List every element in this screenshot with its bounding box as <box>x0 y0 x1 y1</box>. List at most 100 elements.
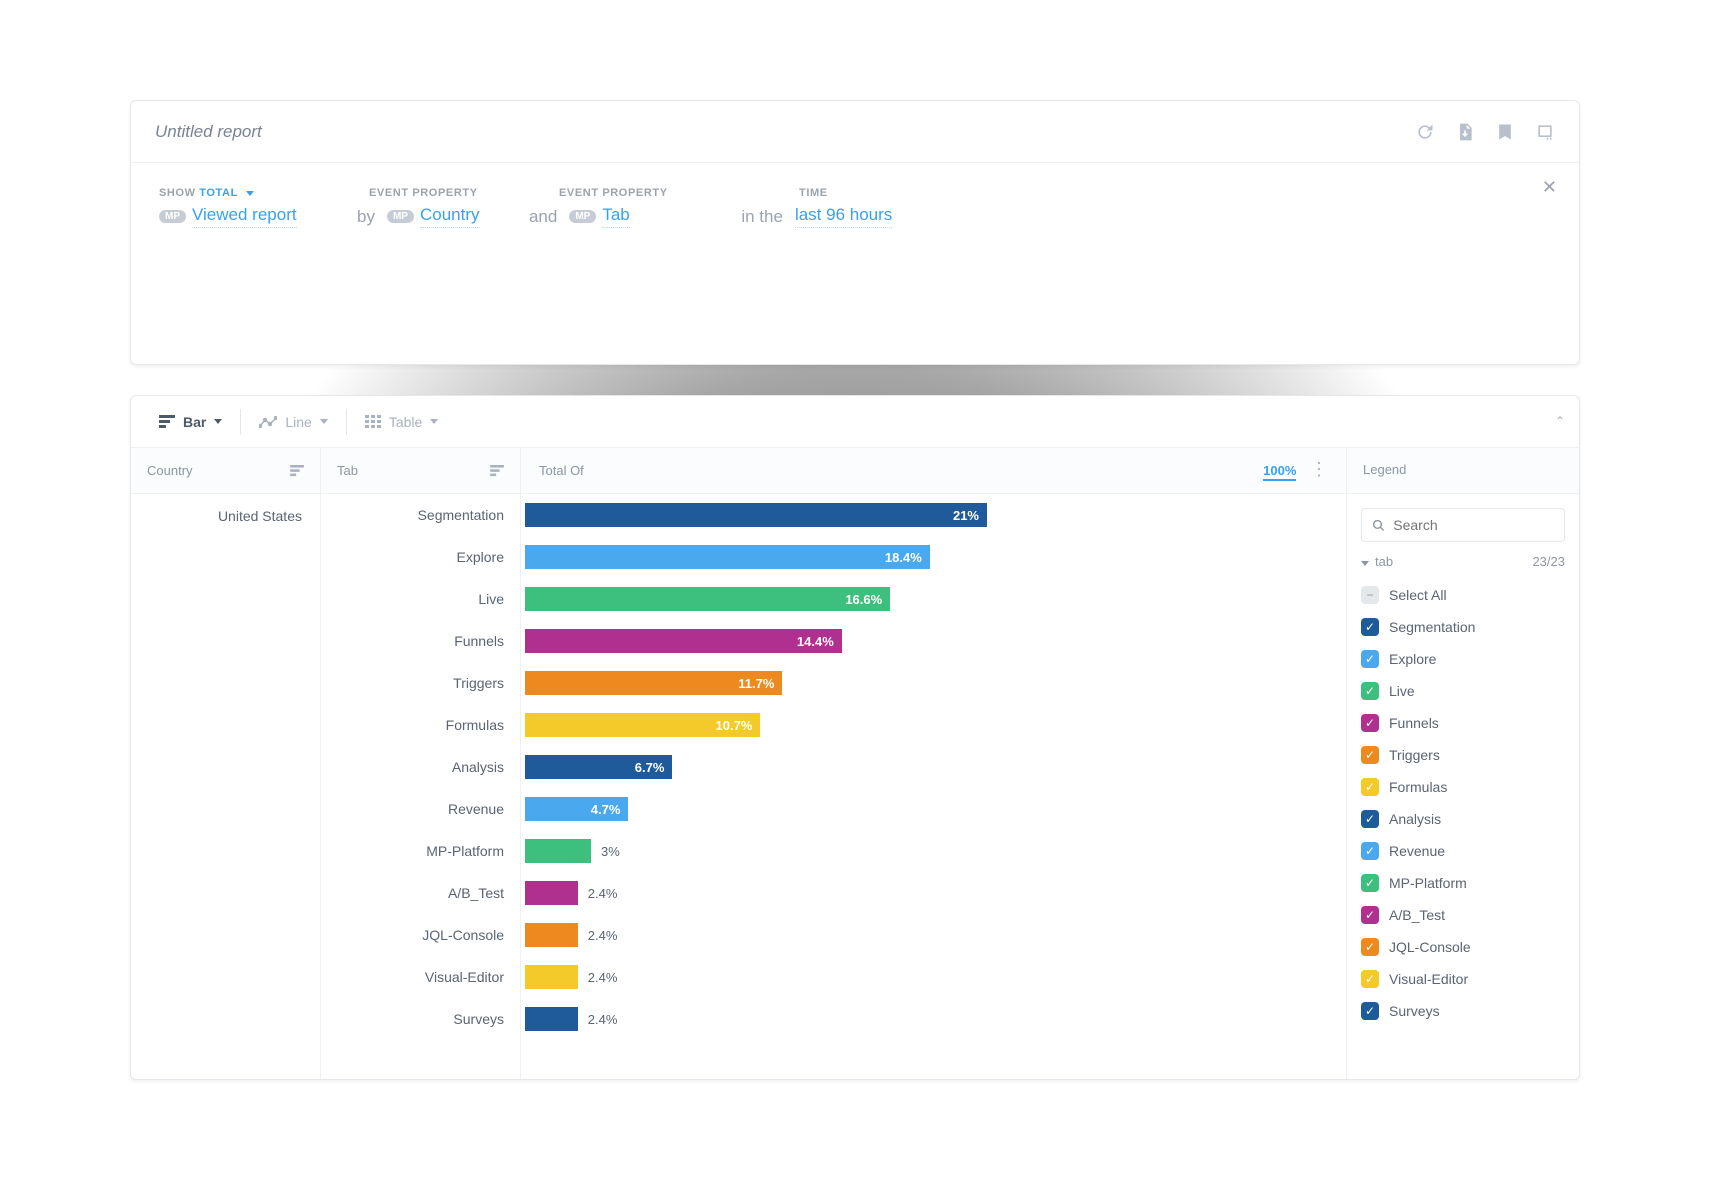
viz-line-label: Line <box>285 414 311 430</box>
legend-item[interactable]: ✓Segmentation <box>1361 611 1565 643</box>
tab-labels-column: SegmentationExploreLiveFunnelsTriggersFo… <box>321 494 521 1079</box>
download-icon[interactable] <box>1455 122 1475 142</box>
bar[interactable]: 4.7% <box>525 797 628 821</box>
legend-item[interactable]: ✓Visual-Editor <box>1361 963 1565 995</box>
chevron-down-icon <box>214 419 222 424</box>
legend-item-label: Formulas <box>1389 779 1447 795</box>
legend-select-all-label: Select All <box>1389 587 1447 603</box>
bar[interactable] <box>525 1007 578 1031</box>
tab-row-label: Formulas <box>321 704 520 746</box>
viz-line-button[interactable]: Line <box>241 396 345 447</box>
more-icon[interactable]: ⋮ <box>1310 459 1328 479</box>
checkbox-checked-icon: ✓ <box>1361 682 1379 700</box>
tab-row-label: Triggers <box>321 662 520 704</box>
legend-panel: tab 23/23 − Select All ✓Segmentation✓Exp… <box>1347 494 1579 1079</box>
legend-item[interactable]: ✓ Funnels <box>1361 707 1565 739</box>
legend-item-label: Triggers <box>1389 747 1440 763</box>
bar[interactable] <box>525 923 578 947</box>
checkbox-checked-icon: ✓ <box>1361 810 1379 828</box>
tab-row-label: JQL-Console <box>321 914 520 956</box>
bar-value: 10.7% <box>716 718 753 733</box>
tab-row-label: Live <box>321 578 520 620</box>
bar[interactable]: 16.6% <box>525 587 890 611</box>
legend-item[interactable]: ✓ Analysis <box>1361 803 1565 835</box>
viz-bar-button[interactable]: Bar <box>141 396 240 447</box>
search-icon <box>1372 518 1385 533</box>
col-header-tab[interactable]: Tab <box>321 448 521 493</box>
bar-row: 2.4% <box>521 872 1346 914</box>
and-word: and <box>529 207 557 227</box>
legend-item[interactable]: ✓MP-Platform <box>1361 867 1565 899</box>
checkbox-checked-icon: ✓ <box>1361 650 1379 668</box>
checkbox-checked-icon: ✓ <box>1361 714 1379 732</box>
bar-value: 2.4% <box>588 1012 618 1027</box>
legend-item[interactable]: ✓Triggers <box>1361 739 1565 771</box>
legend-item[interactable]: ✓JQL-Console <box>1361 931 1565 963</box>
grid-body: United States SegmentationExploreLiveFun… <box>131 494 1579 1079</box>
bar-value: 18.4% <box>885 550 922 565</box>
bar-value: 4.7% <box>591 802 621 817</box>
time-value[interactable]: last 96 hours <box>795 205 892 228</box>
bar[interactable]: 18.4% <box>525 545 930 569</box>
legend-search-input[interactable] <box>1393 517 1554 533</box>
legend-item[interactable]: ✓A/B_Test <box>1361 899 1565 931</box>
bar-row: 10.7% <box>521 704 1346 746</box>
legend-item[interactable]: ✓Revenue <box>1361 835 1565 867</box>
viz-toolbar: Bar Line Table ⌃ <box>131 396 1579 448</box>
tab-row-label: Explore <box>321 536 520 578</box>
legend-select-all[interactable]: − Select All <box>1361 579 1565 611</box>
report-title[interactable]: Untitled report <box>155 122 262 142</box>
checkbox-checked-icon: ✓ <box>1361 842 1379 860</box>
mp-badge: MP <box>387 210 414 223</box>
bar-row: 6.7% <box>521 746 1346 788</box>
bar[interactable] <box>525 839 591 863</box>
legend-search[interactable] <box>1361 508 1565 542</box>
bar-value: 6.7% <box>635 760 665 775</box>
bar-value: 2.4% <box>588 970 618 985</box>
close-icon[interactable]: ✕ <box>1542 177 1557 198</box>
legend-item[interactable]: ✓Live <box>1361 675 1565 707</box>
bar-row: 2.4% <box>521 914 1346 956</box>
legend-group-label: tab <box>1375 554 1393 569</box>
viz-table-label: Table <box>389 414 422 430</box>
total-label[interactable]: TOTAL <box>199 187 238 199</box>
bar[interactable]: 6.7% <box>525 755 672 779</box>
bar[interactable]: 11.7% <box>525 671 782 695</box>
scale-100pct[interactable]: 100% <box>1263 463 1296 481</box>
title-actions <box>1415 122 1555 142</box>
bar[interactable] <box>525 881 578 905</box>
mp-badge: MP <box>569 210 596 223</box>
chevron-down-icon[interactable] <box>246 191 254 196</box>
event-value[interactable]: Viewed report <box>192 205 297 228</box>
chevron-down-icon[interactable] <box>1361 561 1369 566</box>
legend-item-label: Analysis <box>1389 811 1441 827</box>
legend-item[interactable]: ✓Formulas <box>1361 771 1565 803</box>
tab-row-label: Visual-Editor <box>321 956 520 998</box>
bar-row: 16.6% <box>521 578 1346 620</box>
checkbox-checked-icon: ✓ <box>1361 906 1379 924</box>
col-header-total: Total Of 100% ⋮ <box>521 448 1347 493</box>
property-tab[interactable]: Tab <box>602 205 629 228</box>
bar-row: 4.7% <box>521 788 1346 830</box>
viz-bar-label: Bar <box>183 414 206 430</box>
bar[interactable]: 21% <box>525 503 987 527</box>
chevron-down-icon <box>430 419 438 424</box>
legend-count: 23/23 <box>1532 554 1565 569</box>
bar-value: 14.4% <box>797 634 834 649</box>
bar[interactable]: 10.7% <box>525 713 760 737</box>
property-country[interactable]: Country <box>420 205 480 228</box>
bar[interactable] <box>525 965 578 989</box>
add-dashboard-icon[interactable] <box>1535 122 1555 142</box>
legend-item-label: Funnels <box>1389 715 1439 731</box>
refresh-icon[interactable] <box>1415 122 1435 142</box>
collapse-icon[interactable]: ⌃ <box>1555 414 1565 428</box>
legend-item-label: Segmentation <box>1389 619 1475 635</box>
viz-table-button[interactable]: Table <box>347 396 456 447</box>
bookmark-icon[interactable] <box>1495 122 1515 142</box>
bar[interactable]: 14.4% <box>525 629 842 653</box>
in-the-word: in the <box>741 207 783 227</box>
legend-item[interactable]: ✓Explore <box>1361 643 1565 675</box>
legend-item[interactable]: ✓Surveys <box>1361 995 1565 1027</box>
tab-row-label: Segmentation <box>321 494 520 536</box>
col-header-country[interactable]: Country <box>131 448 321 493</box>
